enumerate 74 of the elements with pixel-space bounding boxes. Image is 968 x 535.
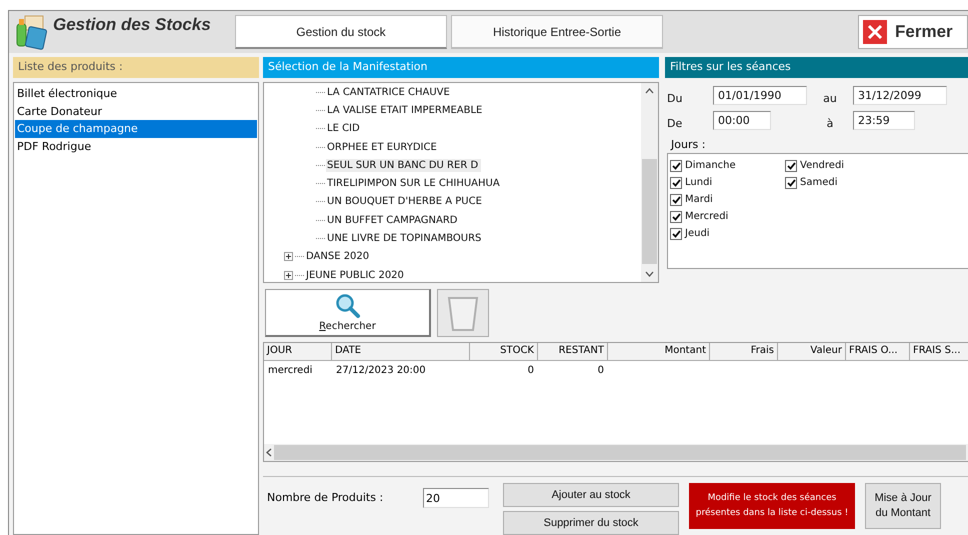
search-button[interactable]: Rechercher bbox=[265, 289, 431, 337]
search-icon bbox=[334, 293, 360, 319]
tree-item[interactable]: LA CANTATRICE CHAUVE bbox=[326, 86, 453, 99]
checkbox[interactable] bbox=[785, 160, 797, 172]
tree-item[interactable]: UN BOUQUET D'HERBE A PUCE bbox=[326, 195, 485, 208]
tree-item[interactable]: TIRELIPIMPON SUR LE CHIHUAHUA bbox=[326, 177, 503, 190]
checkbox[interactable] bbox=[670, 210, 682, 222]
tab[interactable]: Historique Entree-Sortie bbox=[451, 15, 663, 49]
date-field[interactable]: 01/01/1990 bbox=[713, 86, 807, 105]
scrollbar-thumb[interactable] bbox=[274, 445, 966, 460]
add-button[interactable]: Ajouter au stock bbox=[503, 483, 679, 507]
list-item[interactable]: PDF Rodrigue bbox=[15, 138, 257, 155]
tree-item[interactable]: UNE LIVRE DE TOPINAMBOURS bbox=[326, 232, 484, 246]
field-label: De bbox=[667, 116, 684, 130]
column-header[interactable]: FRAIS O... bbox=[846, 343, 910, 362]
tree-item[interactable]: ORPHEE ET EURYDICE bbox=[326, 140, 440, 154]
column-header[interactable]: RESTANT bbox=[538, 343, 608, 362]
column-header[interactable]: STOCK bbox=[470, 343, 538, 362]
scroll-up-icon[interactable] bbox=[645, 88, 654, 94]
checkbox[interactable] bbox=[670, 194, 682, 206]
window-title: Gestion des Stocks bbox=[53, 15, 212, 35]
checkbox-label: Vendredi bbox=[800, 160, 844, 171]
time-field[interactable]: 00:00 bbox=[713, 111, 771, 130]
expand-icon[interactable] bbox=[284, 270, 293, 280]
scroll-down-icon[interactable] bbox=[645, 271, 654, 277]
list-item[interactable]: Coupe de champagne bbox=[15, 120, 257, 138]
tab[interactable]: Gestion du stock bbox=[235, 15, 447, 49]
column-header[interactable]: JOUR bbox=[264, 343, 332, 362]
field-label: à bbox=[826, 116, 834, 130]
scrollbar-thumb[interactable] bbox=[642, 159, 657, 264]
time-field[interactable]: 23:59 bbox=[853, 111, 915, 130]
days-label: Jours : bbox=[671, 138, 706, 151]
checkbox-label: Lundi bbox=[685, 177, 712, 188]
section-header: Liste des produits : bbox=[13, 57, 259, 78]
column-header[interactable]: FRAIS S... bbox=[910, 343, 968, 362]
column-header[interactable]: Frais bbox=[710, 343, 778, 362]
tree-item[interactable]: JEUNE PUBLIC 2020 bbox=[305, 268, 407, 282]
quantity-label: Nombre de Produits : bbox=[267, 491, 384, 506]
column-header[interactable]: Montant bbox=[608, 343, 710, 362]
tree-item[interactable]: LE CID bbox=[326, 122, 363, 136]
table-cell-text: 0 bbox=[526, 364, 535, 378]
checkbox[interactable] bbox=[785, 176, 797, 188]
update-button[interactable]: Mise à Jour du Montant bbox=[865, 483, 941, 529]
close-button[interactable]: Fermer bbox=[858, 15, 968, 49]
checkbox-label: Samedi bbox=[800, 177, 838, 188]
checkbox[interactable] bbox=[670, 176, 682, 188]
list-item[interactable]: Carte Donateur bbox=[15, 102, 257, 120]
checkbox[interactable] bbox=[670, 160, 682, 172]
checkbox[interactable] bbox=[670, 228, 682, 240]
field-label: au bbox=[822, 91, 838, 105]
section-header: Sélection de la Manifestation bbox=[263, 57, 659, 78]
tree-item[interactable]: LA VALISE ETAIT IMPERMEABLE bbox=[326, 104, 486, 117]
section-header: Filtres sur les séances bbox=[665, 57, 968, 78]
checkbox-label: Dimanche bbox=[685, 160, 736, 171]
remove-button[interactable]: Supprimer du stock bbox=[503, 511, 679, 535]
checkbox-label: Mercredi bbox=[685, 211, 728, 222]
tree-item[interactable]: UN BUFFET CAMPAGNARD bbox=[326, 214, 460, 227]
close-icon bbox=[863, 20, 887, 44]
table-cell-text: 0 bbox=[596, 364, 605, 378]
checkbox-label: Mardi bbox=[685, 194, 713, 205]
expand-icon[interactable] bbox=[284, 252, 293, 262]
scroll-left-icon[interactable] bbox=[266, 448, 272, 457]
tree-item[interactable]: SEUL SUR UN BANC DU RER D bbox=[326, 158, 482, 172]
warning-notice: Modifie le stock des séances présentes dans la liste ci-dessus ! bbox=[689, 483, 855, 529]
column-header[interactable]: Valeur bbox=[778, 343, 846, 362]
column-header[interactable]: DATE bbox=[332, 343, 470, 362]
table-cell-text: 27/12/2023 20:00 bbox=[335, 364, 427, 378]
checkbox-label: Jeudi bbox=[685, 228, 710, 239]
tree-item[interactable]: DANSE 2020 bbox=[305, 250, 372, 264]
table-cell-text: mercredi bbox=[267, 364, 314, 378]
field-label: Du bbox=[667, 91, 684, 105]
list-item[interactable]: Billet électronique bbox=[15, 85, 257, 102]
date-field[interactable]: 31/12/2099 bbox=[853, 86, 947, 105]
quantity-field[interactable]: 20 bbox=[423, 488, 489, 508]
